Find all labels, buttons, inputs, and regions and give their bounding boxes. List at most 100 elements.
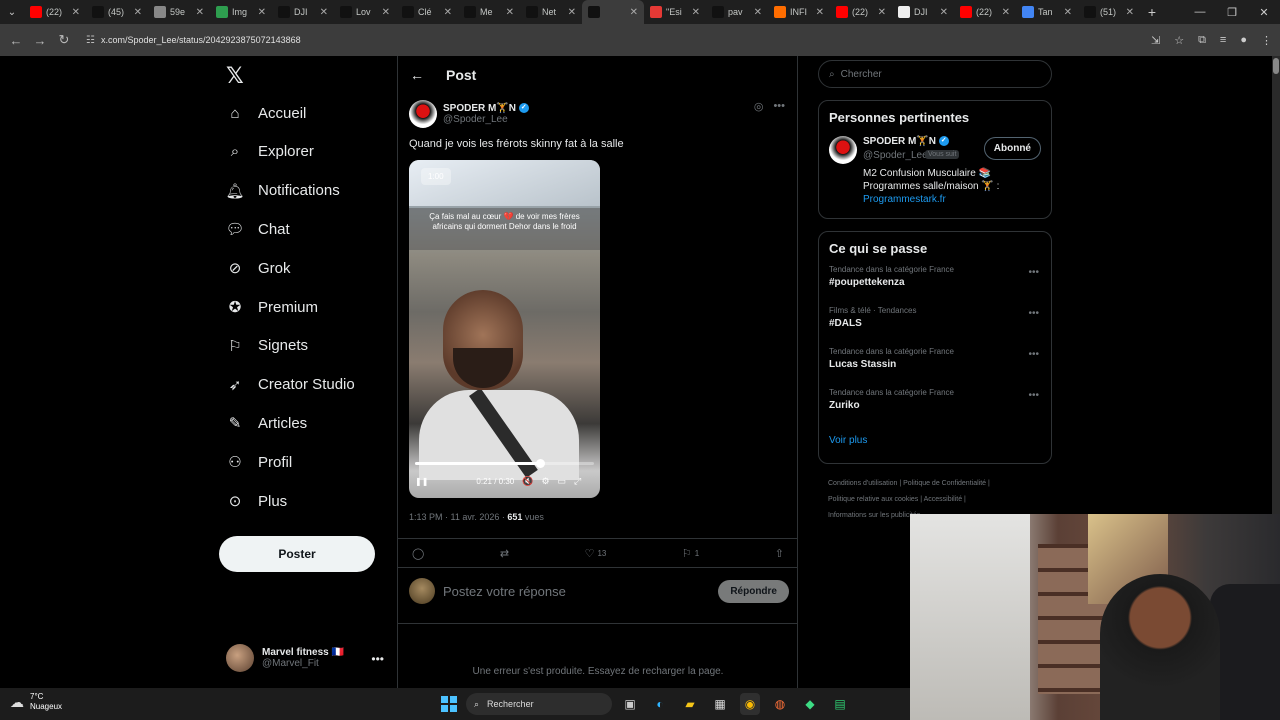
tab-close-icon[interactable]: ✕	[940, 7, 948, 18]
browser-tab[interactable]: Lov ✕	[334, 0, 396, 24]
star-icon[interactable]: ☆	[1174, 34, 1184, 47]
folder-icon[interactable]: ▰	[680, 693, 700, 715]
trend-item[interactable]: Tendance dans la catégorie France #poupet…	[819, 265, 1051, 306]
url-field[interactable]: ☷ x.com/Spoder_Lee/status/20429238750721…	[86, 35, 301, 46]
show-more-link[interactable]: Voir plus	[829, 435, 1041, 446]
browser-tab[interactable]: Net ✕	[520, 0, 582, 24]
trend-item[interactable]: Films & télé · Tendances #DALS •••	[819, 306, 1051, 347]
search-input[interactable]: ⌕ Chercher	[818, 60, 1052, 88]
site-info-icon[interactable]: ☷	[86, 35, 95, 46]
browser-tab[interactable]: DJI ✕	[272, 0, 334, 24]
footer-line[interactable]: Conditions d'utilisation | Politique de …	[828, 476, 1048, 492]
author-avatar[interactable]	[409, 100, 437, 128]
tab-close-icon[interactable]: ✕	[1064, 7, 1072, 18]
profile-icon[interactable]: ●	[1240, 34, 1247, 46]
share-button[interactable]: ⇧	[775, 547, 784, 560]
browser-tab[interactable]: "Esi ✕	[644, 0, 706, 24]
browser-tab[interactable]: DJI ✕	[892, 0, 954, 24]
reload-icon[interactable]: ↻	[52, 32, 76, 48]
post-author[interactable]: SPODER M🏋️N ✓ @Spoder_Lee	[409, 100, 529, 128]
nav-item-notifications[interactable]: 🔔︎ Notifications	[225, 182, 339, 200]
tab-close-icon[interactable]: ✕	[816, 7, 824, 18]
install-app-icon[interactable]: ⇲	[1151, 34, 1160, 47]
tab-close-icon[interactable]: ✕	[506, 7, 514, 18]
tab-close-icon[interactable]: ✕	[444, 7, 452, 18]
trend-more-icon[interactable]: •••	[1028, 308, 1039, 319]
like-button[interactable]: ♡ 13	[585, 547, 607, 560]
trend-item[interactable]: Tendance dans la catégorie France Zuriko •…	[819, 388, 1051, 429]
media-icon[interactable]: ≡	[1220, 34, 1226, 46]
page-scrollbar[interactable]	[1272, 56, 1280, 516]
reply-submit-button[interactable]: Répondre	[718, 579, 789, 603]
tab-close-icon[interactable]: ✕	[320, 7, 328, 18]
back-arrow-icon[interactable]: ←	[410, 67, 424, 83]
task-view-icon[interactable]: ▣	[620, 693, 640, 715]
post-more-icon[interactable]: •••	[773, 100, 785, 113]
menu-icon[interactable]: ⋮	[1261, 34, 1272, 47]
bio-link[interactable]: Programmestark.fr	[863, 193, 1043, 206]
settings-icon[interactable]: ⚙	[541, 476, 549, 487]
browser-tab[interactable]: (22) ✕	[24, 0, 86, 24]
browser-tab[interactable]: (22) ✕	[830, 0, 892, 24]
browser-tab[interactable]: (51) ✕	[1078, 0, 1140, 24]
app-icon[interactable]: ▤	[830, 693, 850, 715]
forward-icon[interactable]: →	[28, 33, 52, 48]
tab-close-icon[interactable]: ✕	[568, 7, 576, 18]
fullscreen-icon[interactable]: ⤢	[574, 476, 581, 487]
relevant-person[interactable]: SPODER M🏋️N ✓ @Spoder_Lee Vous suit Abon…	[819, 134, 1051, 214]
store-icon[interactable]: ▦	[710, 693, 730, 715]
tab-close-icon[interactable]: ✕	[382, 7, 390, 18]
edge-icon[interactable]: ◐	[650, 693, 670, 715]
browser-tab[interactable]: 59e ✕	[148, 0, 210, 24]
browser-tab[interactable]: ✕	[582, 0, 644, 24]
pip-icon[interactable]: ▭	[558, 476, 567, 487]
tab-close-icon[interactable]: ✕	[258, 7, 266, 18]
new-tab-button[interactable]: +	[1140, 4, 1164, 20]
nav-item-chat[interactable]: 💬︎ Chat	[225, 220, 289, 239]
tab-close-icon[interactable]: ✕	[630, 7, 638, 18]
tab-close-icon[interactable]: ✕	[1002, 7, 1010, 18]
mute-icon[interactable]: 🔇	[522, 476, 533, 487]
tab-close-icon[interactable]: ✕	[196, 7, 204, 18]
nav-item-plus[interactable]: ⊙ Plus	[226, 492, 287, 511]
x-logo-icon[interactable]: 𝕏	[226, 64, 244, 89]
browser-tab[interactable]: Img ✕	[210, 0, 272, 24]
tab-close-icon[interactable]: ✕	[134, 7, 142, 18]
close-window-icon[interactable]: ✕	[1248, 6, 1280, 19]
weather-widget[interactable]: ☁ 7°C Nuageux	[10, 692, 62, 712]
taskbar-search[interactable]: ⌕ Rechercher	[466, 693, 612, 715]
nav-item-signets[interactable]: ⚐ Signets	[226, 337, 308, 355]
nav-item-creator-studio[interactable]: ➶ Creator Studio	[226, 376, 355, 394]
reply-button[interactable]: ◯	[412, 547, 424, 560]
nav-item-articles[interactable]: ✎ Articles	[226, 414, 307, 433]
browser-tab[interactable]: Me ✕	[458, 0, 520, 24]
avatar[interactable]	[829, 136, 857, 164]
firefox-icon[interactable]: ◍	[770, 693, 790, 715]
trend-item[interactable]: Tendance dans la catégorie France Lucas S…	[819, 347, 1051, 388]
browser-tab[interactable]: Tan ✕	[1016, 0, 1078, 24]
start-button[interactable]	[441, 696, 457, 712]
follow-button[interactable]: Abonné	[983, 137, 1041, 160]
browser-tab[interactable]: pav ✕	[706, 0, 768, 24]
tab-close-icon[interactable]: ✕	[692, 7, 700, 18]
more-icon[interactable]: •••	[371, 652, 384, 666]
tab-search-icon[interactable]: ⌄	[0, 7, 24, 18]
back-icon[interactable]: ←	[4, 33, 28, 48]
browser-tab[interactable]: (45) ✕	[86, 0, 148, 24]
bookmark-button[interactable]: ⚐ 1	[682, 547, 699, 560]
nav-item-grok[interactable]: ⊘ Grok	[226, 259, 291, 278]
post-timestamp[interactable]: 1:13 PM · 11 avr. 2026 ·	[409, 512, 507, 522]
trend-more-icon[interactable]: •••	[1028, 349, 1039, 360]
trend-more-icon[interactable]: •••	[1028, 390, 1039, 401]
tab-close-icon[interactable]: ✕	[754, 7, 762, 18]
scrollbar-thumb[interactable]	[1273, 58, 1279, 74]
browser-tab[interactable]: INFI ✕	[768, 0, 830, 24]
grok-icon[interactable]: ◎	[754, 100, 764, 113]
browser-tab[interactable]: Clé ✕	[396, 0, 458, 24]
account-switcher[interactable]: Marvel fitness 🇫🇷 @Marvel_Fit •••	[226, 644, 396, 672]
repost-button[interactable]: ⇄	[500, 547, 509, 560]
trend-more-icon[interactable]: •••	[1028, 267, 1039, 278]
footer-line[interactable]: Politique relative aux cookies | Accessi…	[828, 492, 1048, 508]
maximize-icon[interactable]: ❐	[1216, 6, 1248, 19]
video-progress-bar[interactable]	[415, 459, 594, 468]
